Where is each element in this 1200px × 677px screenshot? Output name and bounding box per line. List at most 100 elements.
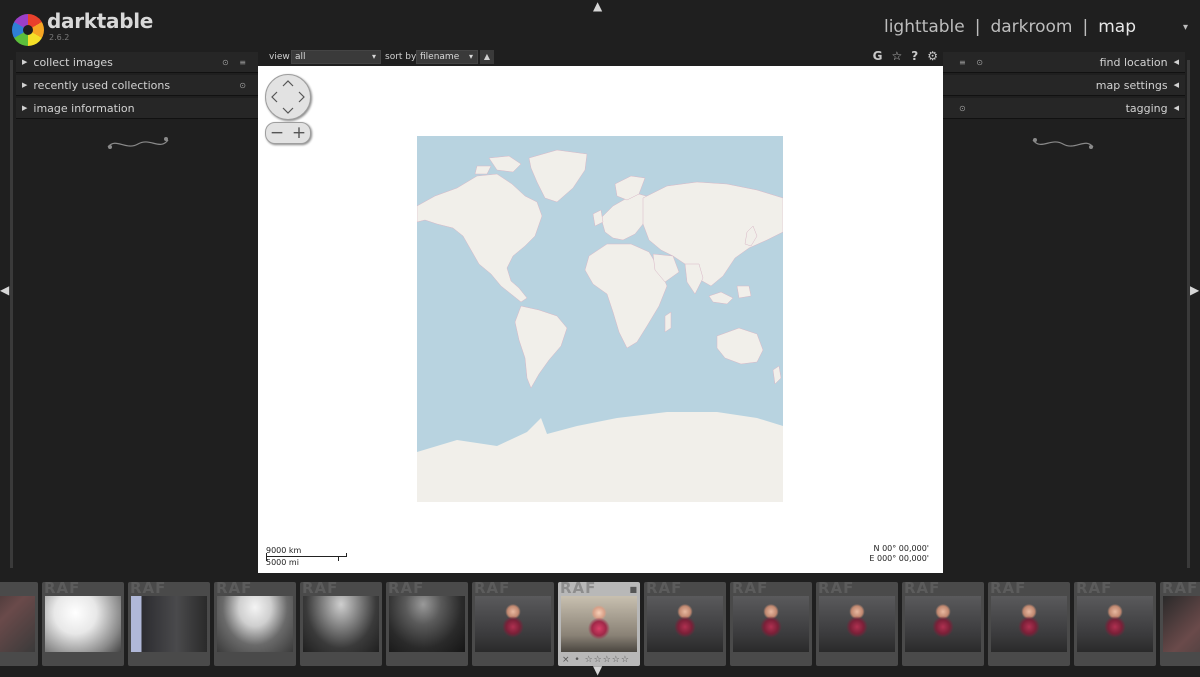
scale-mi-label: 5000 mi — [266, 558, 299, 567]
filmstrip-thumbnail[interactable]: RAF — [128, 582, 210, 666]
expand-triangle-icon: ◀ — [1173, 81, 1179, 89]
module-icons[interactable]: ⊙ — [959, 104, 970, 113]
view-darkroom[interactable]: darkroom — [990, 17, 1072, 37]
filmstrip-thumbnail[interactable]: RAF — [42, 582, 124, 666]
pan-arrows-icon[interactable] — [266, 75, 310, 119]
module-find-location[interactable]: ≡ ⊙ find location ◀ — [943, 52, 1185, 73]
dropdown-caret-icon: ▾ — [371, 52, 376, 61]
thumbnail-image[interactable] — [1077, 596, 1153, 652]
thumbnail-image[interactable] — [131, 596, 207, 652]
help-icon[interactable]: ? — [911, 49, 918, 63]
file-extension-label: RAF — [990, 582, 1027, 597]
sort-direction-button[interactable]: ▲ — [480, 50, 494, 64]
collapse-left-arrow-icon[interactable]: ◀ — [0, 284, 9, 296]
map-zoom-control: − + — [265, 122, 311, 144]
module-label: tagging — [1125, 101, 1168, 115]
center-toolbar: view all ▾ sort by filename ▾ ▲ G ☆ ? ⚙ — [262, 49, 942, 66]
module-tagging[interactable]: ⊙ tagging ◀ — [943, 98, 1185, 119]
file-extension-label: RAF — [44, 582, 81, 597]
module-icons[interactable]: ≡ ⊙ — [959, 58, 987, 67]
filmstrip-thumbnail[interactable]: RAF — [214, 582, 296, 666]
thumbnail-image[interactable] — [0, 596, 35, 652]
thumbnail-image[interactable] — [991, 596, 1067, 652]
thumbnail-image[interactable] — [905, 596, 981, 652]
filmstrip-thumbnail[interactable]: RAF — [730, 582, 812, 666]
darktable-logo-icon — [12, 14, 44, 46]
view-separator: | — [974, 17, 981, 37]
file-extension-label: RAF — [388, 582, 425, 597]
file-extension-label: RAF — [1162, 582, 1199, 597]
altered-icon[interactable]: ■ — [629, 585, 637, 594]
module-label: recently used collections — [33, 78, 171, 92]
view-switcher: lighttable | darkroom | map — [884, 17, 1136, 37]
file-extension-label: RAF — [818, 582, 855, 597]
view-map[interactable]: map — [1098, 17, 1136, 37]
scale-km-label: 9000 km — [266, 546, 302, 555]
module-icons[interactable]: ⊙ — [239, 81, 250, 90]
expand-triangle-icon: ▶ — [22, 58, 28, 66]
left-panel-border — [10, 60, 13, 568]
filmstrip-thumbnail[interactable]: RAF — [902, 582, 984, 666]
view-lighttable[interactable]: lighttable — [884, 17, 965, 37]
module-map-settings[interactable]: map settings ◀ — [943, 75, 1185, 96]
thumbnail-image[interactable] — [389, 596, 465, 652]
thumbnail-image[interactable] — [561, 596, 637, 652]
world-map-tile[interactable] — [417, 136, 783, 502]
module-icons[interactable]: ⊙ ≡ — [222, 58, 250, 67]
right-panel: ≡ ⊙ find location ◀ map settings ◀ ⊙ tag… — [943, 52, 1185, 572]
view-separator: | — [1082, 17, 1089, 37]
star-overlay-icon[interactable]: ☆ — [892, 49, 903, 63]
filmstrip-thumbnail[interactable]: RAF — [386, 582, 468, 666]
collapse-top-arrow-icon[interactable]: ▲ — [593, 0, 602, 12]
view-filter-value: all — [295, 52, 306, 62]
file-extension-label: RAF — [646, 582, 683, 597]
views-dropdown-icon[interactable]: ▾ — [1183, 22, 1188, 33]
sort-by-select[interactable]: filename ▾ — [416, 50, 478, 64]
zoom-in-button[interactable]: + — [292, 123, 306, 143]
map-scale: 9000 km 5000 mi — [266, 546, 347, 567]
filmstrip-thumbnail[interactable]: RAF — [816, 582, 898, 666]
gear-icon[interactable]: ⚙ — [927, 49, 938, 63]
thumbnail-image[interactable] — [733, 596, 809, 652]
thumbnail-image[interactable] — [217, 596, 293, 652]
flourish-ornament-icon — [1032, 138, 1094, 149]
right-panel-border — [1187, 60, 1190, 568]
file-extension-label: RAF — [302, 582, 339, 597]
zoom-out-button[interactable]: − — [270, 123, 284, 143]
map-pan-control[interactable] — [265, 74, 311, 120]
module-recently-used-collections[interactable]: ▶ recently used collections ⊙ — [16, 75, 258, 96]
collapse-bottom-arrow-icon[interactable]: ▼ — [593, 664, 602, 676]
latitude-readout: N 00° 00,000' — [873, 544, 929, 553]
module-collect-images[interactable]: ▶ collect images ⊙ ≡ — [16, 52, 258, 73]
filmstrip-thumbnail[interactable]: RAF — [0, 582, 38, 666]
thumbnail-image[interactable] — [819, 596, 895, 652]
module-label: collect images — [33, 55, 113, 69]
view-filter-select[interactable]: all ▾ — [291, 50, 381, 64]
filmstrip-thumbnail[interactable]: RAF — [1160, 582, 1200, 666]
thumbnail-image[interactable] — [647, 596, 723, 652]
module-label: find location — [1099, 55, 1168, 69]
filmstrip-thumbnail[interactable]: RAF ■ × • ☆☆☆☆☆ — [558, 582, 640, 666]
file-extension-label: RAF — [216, 582, 253, 597]
map-canvas[interactable]: − + 9000 km 5000 mi N 00° 00,000' E 000°… — [258, 66, 943, 573]
flourish-ornament-icon — [107, 137, 169, 149]
filmstrip-thumbnail[interactable]: RAF — [644, 582, 726, 666]
module-image-information[interactable]: ▶ image information — [16, 98, 258, 119]
expand-triangle-icon: ▶ — [22, 104, 28, 112]
thumbnail-image[interactable] — [45, 596, 121, 652]
file-extension-label: RAF — [560, 582, 597, 597]
file-extension-label: RAF — [732, 582, 769, 597]
scale-bar — [266, 553, 347, 561]
view-filter-label: view — [269, 52, 290, 62]
filmstrip[interactable]: RAFRAFRAFRAFRAFRAFRAFRAF■× • ☆☆☆☆☆RAFRAF… — [0, 578, 1200, 668]
grouping-icon[interactable]: G — [873, 49, 883, 63]
collapse-right-arrow-icon[interactable]: ▶ — [1190, 284, 1199, 296]
filmstrip-thumbnail[interactable]: RAF — [988, 582, 1070, 666]
thumbnail-image[interactable] — [303, 596, 379, 652]
filmstrip-thumbnail[interactable]: RAF — [1074, 582, 1156, 666]
filmstrip-thumbnail[interactable]: RAF — [472, 582, 554, 666]
filmstrip-thumbnail[interactable]: RAF — [300, 582, 382, 666]
left-panel: ▶ collect images ⊙ ≡ ▶ recently used col… — [16, 52, 258, 572]
thumbnail-image[interactable] — [475, 596, 551, 652]
thumbnail-image[interactable] — [1163, 596, 1200, 652]
